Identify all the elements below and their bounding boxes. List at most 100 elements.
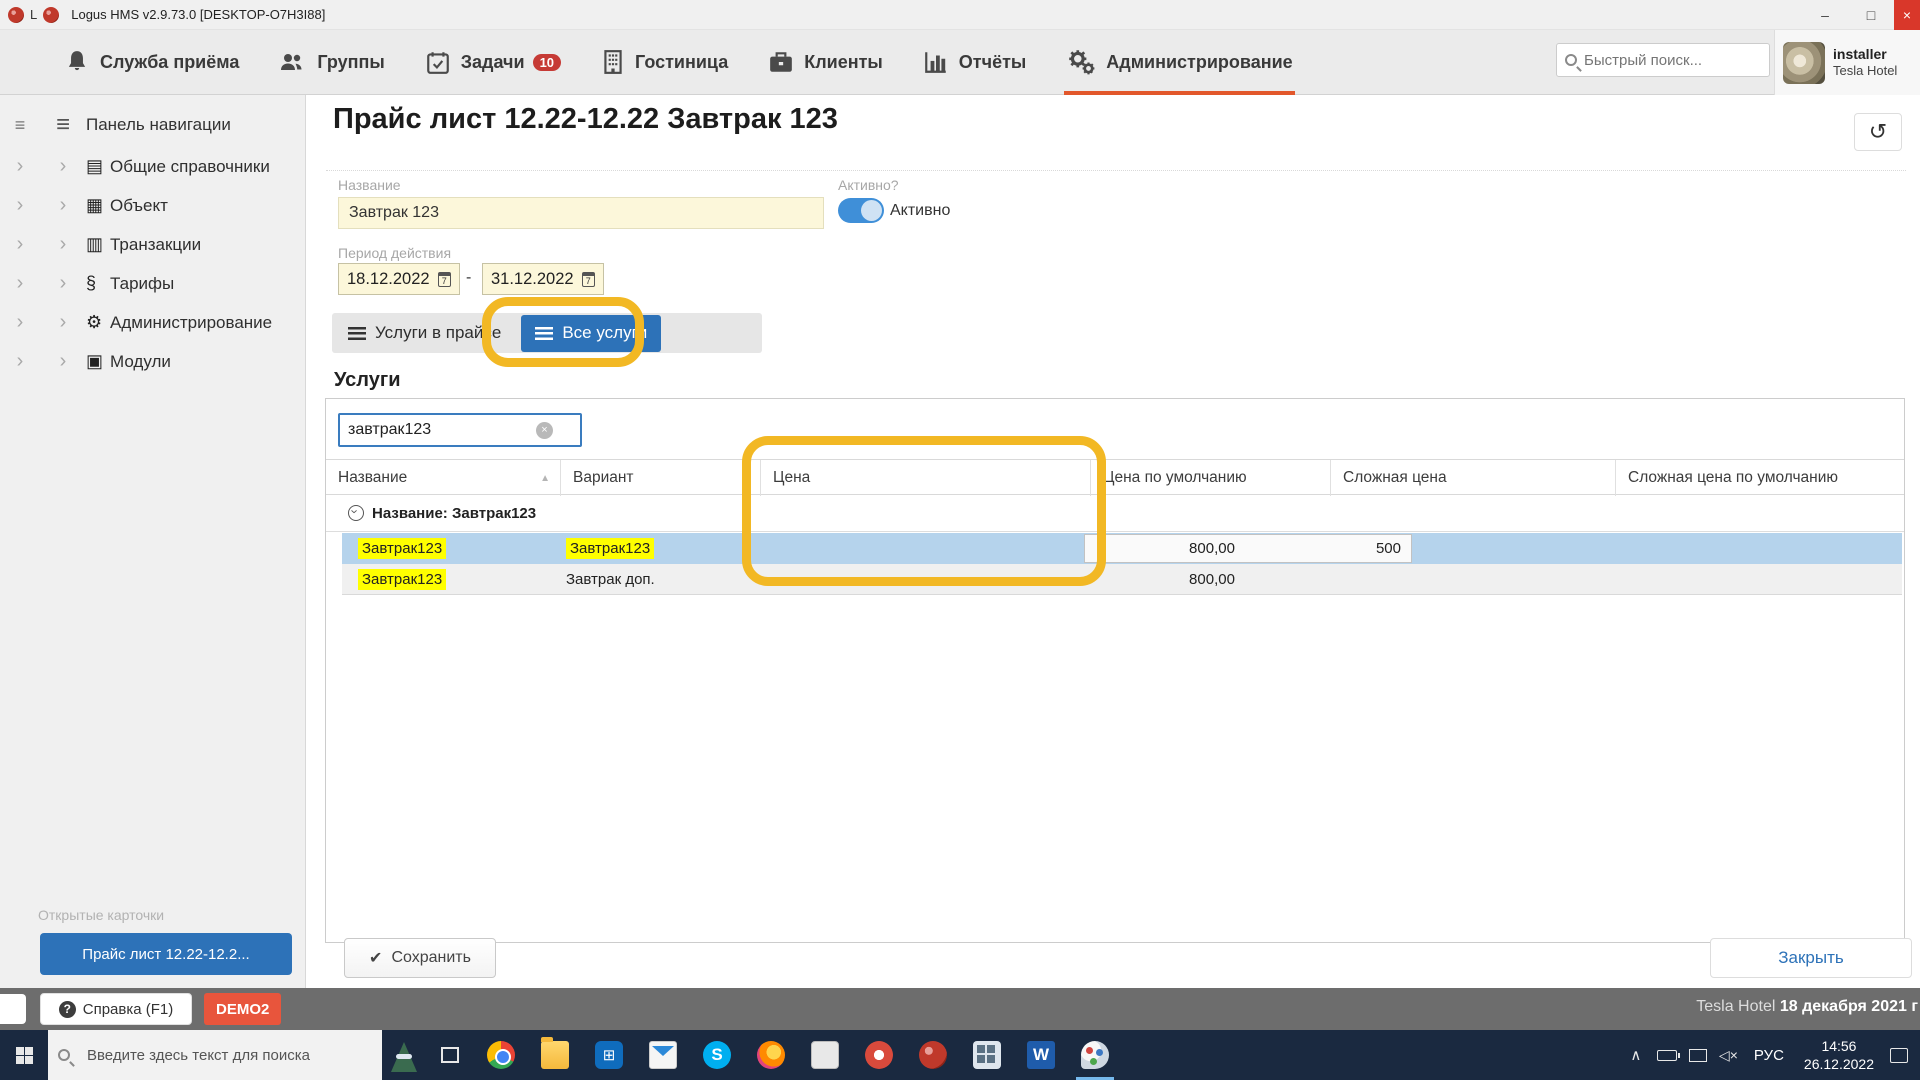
column-header-complex-price[interactable]: Сложная цена (1331, 460, 1616, 496)
action-center-icon[interactable] (1890, 1047, 1908, 1063)
navigation-sidebar: ≡ ≡ Панель навигации › › ▤ Общие справоч… (0, 95, 306, 988)
volume-muted-icon[interactable]: ◁× (1719, 1047, 1738, 1064)
tray-expand-icon[interactable]: ∧ (1621, 1046, 1651, 1064)
sidebar-item-tariffs[interactable]: › › § Тарифы (0, 264, 305, 303)
column-header-variant[interactable]: Вариант (561, 460, 761, 496)
taskbar-store-icon[interactable]: ⊞ (582, 1030, 636, 1080)
calendar-icon[interactable]: 7 (581, 271, 595, 287)
statusbar-stub-button[interactable] (0, 994, 26, 1024)
services-filter[interactable]: × (338, 413, 582, 447)
chevron-right-icon[interactable]: › (40, 155, 86, 178)
open-card-pricelist-button[interactable]: Прайс лист 12.22-12.2... (40, 933, 292, 975)
windows-taskbar: Введите здесь текст для поиска ⊞ S W ∧ ◁… (0, 1030, 1920, 1080)
hamburger-icon[interactable]: ≡ (40, 111, 86, 139)
history-button[interactable]: ↺ (1854, 113, 1902, 151)
gears-icon (1069, 50, 1095, 75)
active-toggle[interactable] (838, 198, 884, 223)
taskbar-calculator-icon[interactable] (960, 1030, 1014, 1080)
chevron-right-icon[interactable]: › (0, 155, 40, 178)
group-row[interactable]: Название: Завтрак123 (326, 495, 1904, 532)
object-icon: ▦ (86, 195, 104, 215)
tab-services-in-pricelist[interactable]: Услуги в прайсе (332, 313, 517, 353)
chevron-right-icon[interactable]: › (0, 233, 40, 256)
taskbar-search[interactable]: Введите здесь текст для поиска (48, 1030, 382, 1080)
table-header: Название ▲ Вариант Цена Цена по умолчани… (326, 459, 1904, 496)
business-date: Tesla Hotel 18 декабря 2021 г (1696, 998, 1918, 1015)
minimize-button[interactable]: – (1802, 0, 1848, 30)
save-button[interactable]: ✔ Сохранить (344, 938, 496, 978)
bar-chart-icon (924, 52, 946, 73)
table-row[interactable]: Завтрак123 Завтрак123 500 800,00 (342, 533, 1902, 564)
taskbar-word-icon[interactable]: W (1014, 1030, 1068, 1080)
help-button[interactable]: ? Справка (F1) (40, 993, 192, 1025)
chevron-right-icon[interactable]: › (40, 272, 86, 295)
table-row[interactable]: Завтрак123 Завтрак доп. 800,00 (342, 564, 1902, 595)
taskbar-paint-icon[interactable] (1068, 1030, 1122, 1080)
sidebar-item-transactions[interactable]: › › ▥ Транзакции (0, 225, 305, 264)
chevron-right-icon[interactable]: › (0, 194, 40, 217)
quick-search-input[interactable] (1584, 51, 1754, 69)
nav-clients[interactable]: Клиенты (762, 30, 889, 95)
column-header-complex-default-price[interactable]: Сложная цена по умолчанию (1616, 460, 1904, 496)
taskbar-mail-icon[interactable] (636, 1030, 690, 1080)
collapse-group-icon[interactable] (348, 505, 364, 521)
chevron-right-icon[interactable]: › (0, 272, 40, 295)
clear-filter-icon[interactable]: × (536, 421, 553, 439)
nav-groups[interactable]: Группы (273, 30, 390, 95)
sidebar-title: Панель навигации (86, 115, 231, 134)
collapse-menu-icon[interactable]: ≡ (0, 115, 40, 136)
quick-search[interactable] (1556, 43, 1770, 77)
language-indicator[interactable]: РУС (1754, 1047, 1784, 1064)
taskbar-logus-icon[interactable] (906, 1030, 960, 1080)
chevron-right-icon[interactable]: › (0, 350, 40, 373)
sidebar-item-object[interactable]: › › ▦ Объект (0, 186, 305, 225)
column-header-default-price[interactable]: Цена по умолчанию (1091, 460, 1331, 496)
taskbar-chrome-icon[interactable] (474, 1030, 528, 1080)
maximize-button[interactable]: □ (1848, 0, 1894, 30)
taskbar-browser-icon[interactable] (744, 1030, 798, 1080)
period-to-field[interactable]: 31.12.2022 7 (482, 263, 604, 295)
chevron-right-icon[interactable]: › (0, 311, 40, 334)
nav-hotel[interactable]: Гостиница (595, 30, 734, 95)
services-filter-input[interactable] (340, 421, 536, 439)
calendar-icon[interactable]: 7 (437, 271, 451, 287)
close-button[interactable]: × (1894, 0, 1920, 30)
column-header-name[interactable]: Название ▲ (326, 460, 561, 496)
column-header-price[interactable]: Цена (761, 460, 1091, 496)
taskbar-explorer-icon[interactable] (528, 1030, 582, 1080)
network-monitor-icon[interactable] (1688, 1048, 1707, 1062)
chevron-right-icon[interactable]: › (40, 233, 86, 256)
seasonal-search-icon[interactable] (382, 1030, 426, 1080)
row-default-price: 800,00 (1189, 571, 1235, 588)
taskbar-media-icon[interactable] (852, 1030, 906, 1080)
start-button[interactable] (0, 1030, 48, 1080)
tab-all-services[interactable]: Все услуги (521, 314, 662, 352)
status-bar: ? Справка (F1) DEMO2 Tesla Hotel 18 дека… (0, 988, 1920, 1030)
chevron-right-icon[interactable]: › (40, 194, 86, 217)
battery-icon[interactable] (1656, 1049, 1680, 1061)
nav-reports[interactable]: Отчёты (917, 30, 1032, 95)
period-from-field[interactable]: 18.12.2022 7 (338, 263, 460, 295)
close-card-button[interactable]: Закрыть (1710, 938, 1912, 978)
main-menu-bar: Служба приёма Группы Задачи 10 Гостиница… (0, 30, 1920, 95)
sidebar-item-modules[interactable]: › › ▣ Модули (0, 342, 305, 381)
app-l-char: L (30, 7, 38, 22)
taskbar-clock[interactable]: 14:56 26.12.2022 (1804, 1037, 1874, 1073)
nav-administration[interactable]: Администрирование (1060, 30, 1298, 95)
search-icon (1565, 54, 1577, 66)
task-view-button[interactable] (426, 1030, 474, 1080)
sidebar-item-general-directories[interactable]: › › ▤ Общие справочники (0, 147, 305, 186)
chevron-right-icon[interactable]: › (40, 350, 86, 373)
system-tray: ∧ ◁× РУС 14:56 26.12.2022 (1621, 1030, 1920, 1080)
user-panel[interactable]: installer Tesla Hotel (1774, 30, 1920, 95)
taskbar-notes-icon[interactable] (798, 1030, 852, 1080)
nav-tasks[interactable]: Задачи 10 (419, 30, 567, 95)
name-field[interactable] (338, 197, 824, 229)
main-content: Прайс лист 12.22-12.22 Завтрак 123 ↺ Наз… (306, 95, 1920, 988)
nav-front-desk[interactable]: Служба приёма (58, 30, 245, 95)
period-separator: - (466, 269, 472, 286)
taskbar-skype-icon[interactable]: S (690, 1030, 744, 1080)
sidebar-item-administration[interactable]: › › ⚙ Администрирование (0, 303, 305, 342)
chevron-right-icon[interactable]: › (40, 311, 86, 334)
tariffs-icon: § (86, 273, 97, 293)
